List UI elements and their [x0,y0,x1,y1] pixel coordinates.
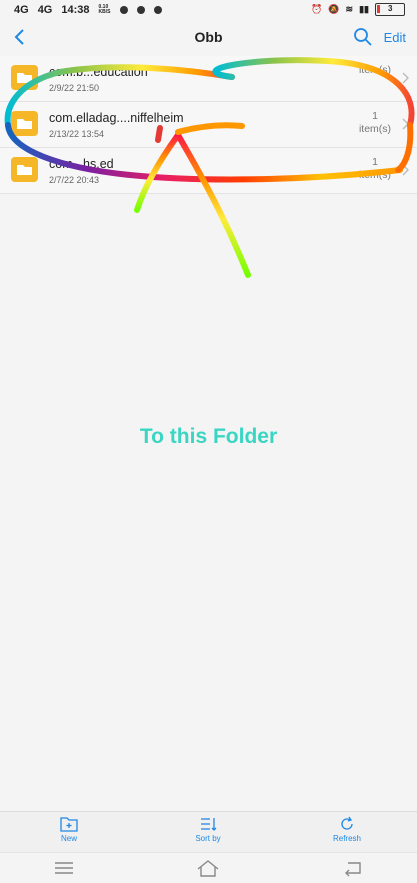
chevron-right-icon [402,164,409,176]
signal-icon: ▮▮ [359,4,369,14]
list-item[interactable]: com.elladag....niffelheim 2/13/22 13:54 … [0,102,417,148]
sort-icon [201,818,217,831]
list-item[interactable]: com.b...education 2/9/22 21:50 item(s) [0,56,417,102]
home-icon[interactable] [196,858,220,878]
new-label: New [60,834,77,843]
network-indicator-1: 4G [14,4,29,16]
notification-icon [153,6,162,14]
sort-label: Sort by [195,834,221,843]
file-name: com...hs.ed [49,157,114,171]
notification-icon [136,6,145,14]
new-button[interactable]: New [39,816,99,843]
app-header: Obb Edit [0,22,417,54]
speed-indicator: 0.10 KB/S [98,4,111,15]
refresh-button[interactable]: Refresh [317,816,377,843]
battery-fill [377,5,380,13]
folder-icon [11,157,38,182]
item-count: item(s) [355,64,395,77]
file-date: 2/7/22 20:43 [49,175,100,185]
folder-icon [11,111,38,136]
annotation-caption: To this Folder [139,425,278,448]
new-folder-icon [60,817,78,832]
bottom-toolbar: New Sort by Refresh [0,811,417,852]
search-icon[interactable] [353,27,373,47]
file-date: 2/9/22 21:50 [49,83,100,93]
chevron-right-icon [402,118,409,130]
item-count-value: 1 [372,110,378,122]
edit-button[interactable]: Edit [384,30,406,45]
file-date: 2/13/22 13:54 [49,129,105,139]
menu-icon[interactable] [52,858,76,878]
battery-level: 3 [388,4,393,13]
system-nav-bar [0,852,417,883]
list-item[interactable]: com...hs.ed 2/7/22 20:43 1 item(s) [0,148,417,194]
file-name: com.elladag....niffelheim [49,111,184,125]
sort-button[interactable]: Sort by [178,816,238,843]
silent-icon: 🔕 [328,4,340,14]
chevron-right-icon [402,72,409,84]
status-bar: 4G 4G 14:38 0.10 KB/S ⏰ 🔕 ≋ ▮▮ 3 [0,0,417,22]
item-count: 1 item(s) [355,110,395,136]
network-indicator-2: 4G [37,4,53,16]
item-count-unit: item(s) [358,169,392,181]
alarm-icon: ⏰ [311,4,323,14]
item-count: 1 item(s) [355,156,395,182]
notification-icon [119,6,128,14]
back-icon[interactable] [342,858,366,878]
wifi-icon: ≋ [345,4,354,14]
refresh-label: Refresh [332,834,361,843]
file-list: com.b...education 2/9/22 21:50 item(s) c… [0,56,417,194]
item-count-unit: item(s) [358,64,392,76]
clock: 14:38 [61,4,90,16]
item-count-value: 1 [372,156,378,168]
battery-icon: 3 [375,3,405,16]
file-name: com.b...education [49,65,148,79]
refresh-icon [341,816,353,830]
item-count-unit: item(s) [358,123,392,135]
folder-icon [11,65,38,90]
